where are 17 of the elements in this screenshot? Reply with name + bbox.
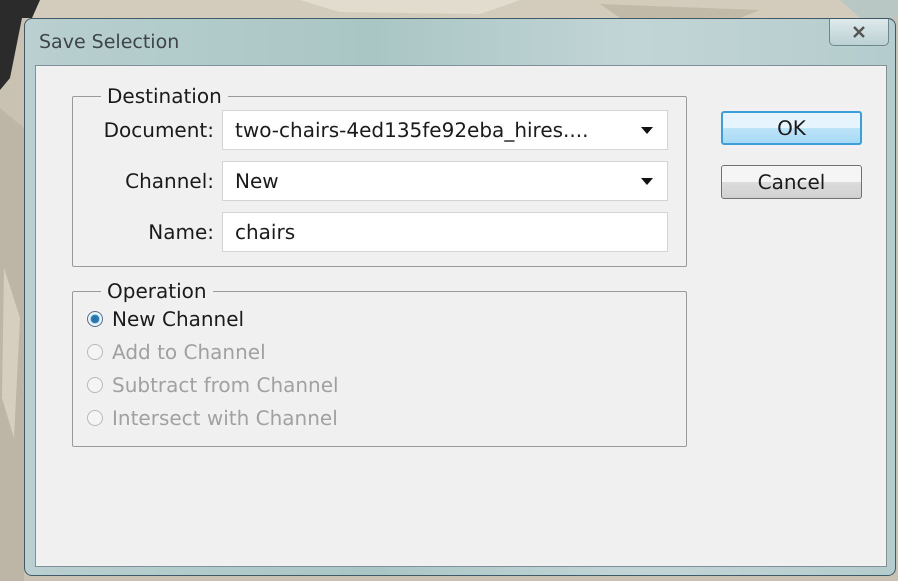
dialog-button[interactable]: OK — [721, 111, 862, 145]
input-field[interactable]: chairs — [222, 212, 668, 252]
field-label: Name: — [147, 220, 214, 244]
group-legend: Destination — [101, 84, 228, 108]
radio-option[interactable]: New Channel — [87, 307, 244, 331]
group-legend: Operation — [101, 279, 213, 303]
close-icon — [852, 25, 866, 39]
close-button[interactable] — [829, 19, 889, 46]
dropdown-field[interactable]: New — [222, 161, 668, 201]
caret-icon — [641, 126, 653, 134]
dropdown-field[interactable]: two-chairs-4ed135fe92eba_hires.... — [222, 110, 668, 150]
field-label: Channel: — [124, 169, 214, 193]
window-title: Save Selection — [39, 31, 180, 53]
field-label: Document: — [102, 118, 214, 142]
radio-button[interactable] — [87, 311, 103, 327]
caret-icon — [641, 178, 653, 184]
dialog-button[interactable]: Cancel — [721, 165, 862, 199]
